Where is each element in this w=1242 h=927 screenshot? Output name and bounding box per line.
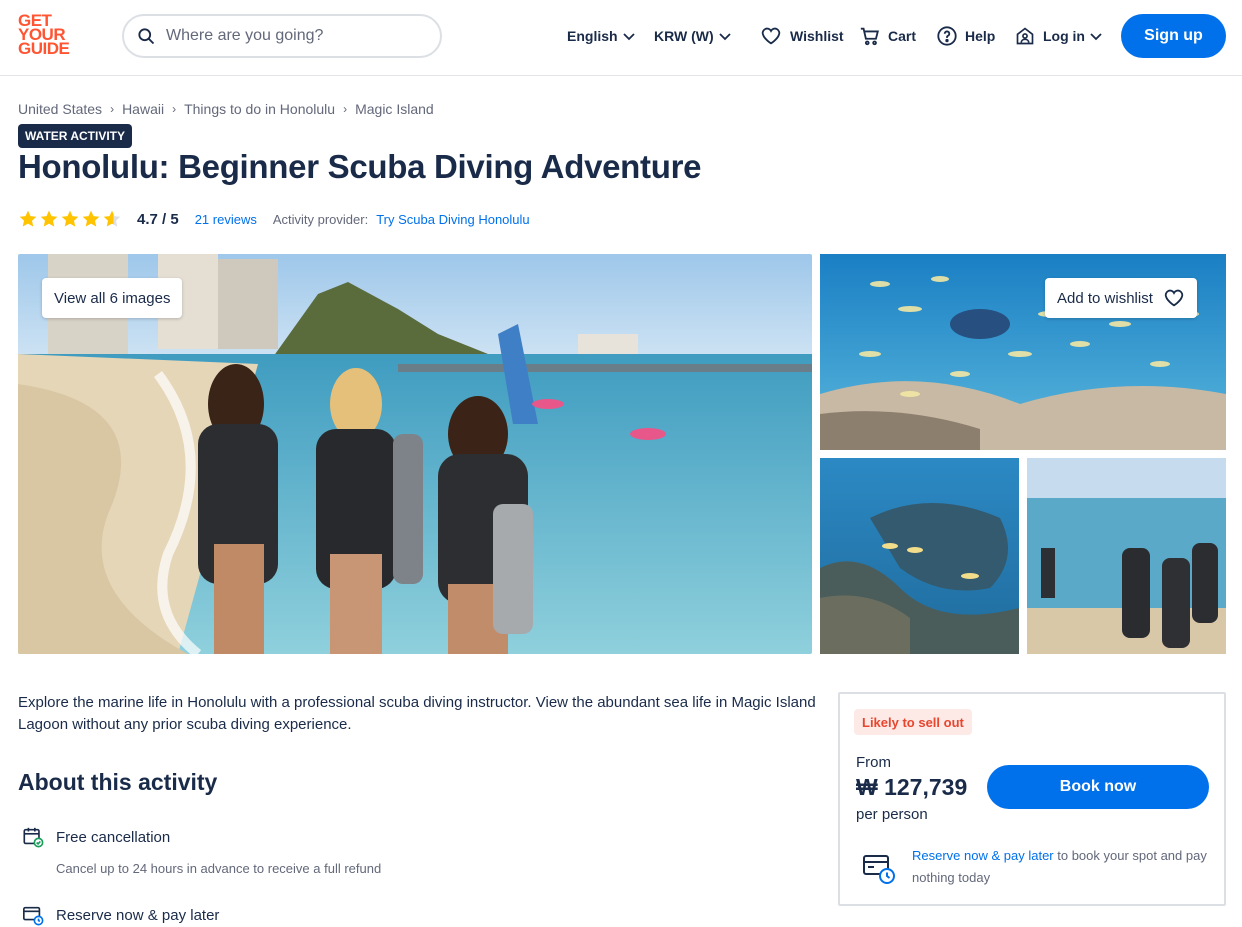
- sellout-badge: Likely to sell out: [854, 709, 972, 735]
- card-clock-icon: [863, 855, 895, 884]
- feature-title: Reserve now & pay later: [56, 906, 220, 924]
- signup-button[interactable]: Sign up: [1121, 14, 1226, 58]
- about-heading: About this activity: [18, 769, 218, 795]
- search-input[interactable]: [166, 27, 426, 45]
- reviews-link[interactable]: 21 reviews: [195, 212, 257, 227]
- view-all-images-button[interactable]: View all 6 images: [42, 278, 183, 318]
- rating-value: 4.7 / 5: [137, 210, 179, 228]
- chevron-down-icon: [718, 33, 731, 41]
- getyourguide-logo[interactable]: GET YOUR GUIDE: [18, 12, 78, 57]
- main-gallery-image[interactable]: View all 6 images: [18, 254, 812, 654]
- feature-subtitle: Cancel up to 24 hours in advance to rece…: [56, 861, 382, 876]
- help-label: Help: [965, 28, 996, 44]
- currency-selector[interactable]: KRW (W): [654, 24, 732, 48]
- booking-card: Likely to sell out From ₩ 127,739 per pe…: [838, 692, 1226, 906]
- cart-link[interactable]: Cart: [855, 24, 916, 48]
- reserve-link[interactable]: Reserve now & pay later: [912, 848, 1054, 863]
- login-label: Log in: [1043, 28, 1085, 44]
- login-menu[interactable]: Log in: [1011, 24, 1103, 48]
- cart-icon: [860, 27, 879, 46]
- star-icon: [40, 210, 58, 227]
- calendar-check-icon: [23, 827, 44, 848]
- chevron-down-icon: [1090, 33, 1102, 41]
- reef-photo: [820, 458, 1019, 654]
- feature-title: Free cancellation: [56, 828, 171, 846]
- breadcrumb: United States › Hawaii › Things to do in…: [18, 101, 434, 117]
- provider-link[interactable]: Try Scuba Diving Honolulu: [376, 212, 529, 227]
- reserve-note: Reserve now & pay later to book your spo…: [912, 845, 1212, 889]
- gallery-image-fish[interactable]: Add to wishlist: [820, 254, 1226, 450]
- half-star-icon: [103, 210, 121, 227]
- gallery-image-wading[interactable]: [1027, 458, 1226, 654]
- card-clock-icon: [23, 906, 44, 926]
- breadcrumb-separator: ›: [110, 102, 115, 116]
- provider-label: Activity provider:: [272, 211, 369, 227]
- search-icon: [138, 28, 155, 45]
- rating-row: 4.7 / 5 21 reviews Activity provider: Tr…: [18, 208, 530, 230]
- breadcrumb-item[interactable]: United States: [18, 101, 102, 117]
- add-to-wishlist-label: Add to wishlist: [1057, 289, 1153, 307]
- wishlist-link[interactable]: Wishlist: [756, 24, 844, 48]
- star-rating: [18, 209, 123, 229]
- page-title: Honolulu: Beginner Scuba Diving Adventur…: [18, 148, 702, 185]
- user-icon: [1016, 27, 1034, 45]
- activity-description: Explore the marine life in Honolulu with…: [18, 694, 816, 733]
- heart-icon: [1164, 289, 1184, 307]
- category-badge: WATER ACTIVITY: [18, 124, 132, 148]
- cart-label: Cart: [888, 28, 917, 44]
- add-to-wishlist-button[interactable]: Add to wishlist: [1045, 278, 1197, 318]
- star-icon: [19, 210, 37, 227]
- price-from-label: From: [856, 754, 891, 771]
- wading-divers-photo: [1027, 458, 1226, 654]
- help-link[interactable]: Help: [932, 24, 995, 48]
- price-per-label: per person: [856, 806, 928, 823]
- star-icon: [82, 210, 100, 227]
- book-now-button[interactable]: Book now: [987, 765, 1209, 809]
- language-label: English: [567, 28, 618, 44]
- wishlist-label: Wishlist: [790, 28, 844, 44]
- breadcrumb-item[interactable]: Hawaii: [122, 101, 164, 117]
- breadcrumb-separator: ›: [172, 102, 177, 116]
- chevron-down-icon: [622, 33, 635, 41]
- breadcrumb-item[interactable]: Magic Island: [355, 101, 434, 117]
- heart-icon: [761, 27, 781, 45]
- gallery-image-reef[interactable]: [820, 458, 1019, 654]
- language-selector[interactable]: English: [567, 24, 636, 48]
- search-box[interactable]: [122, 14, 442, 58]
- feature-free-cancellation: Free cancellation: [22, 826, 170, 848]
- breadcrumb-separator: ›: [343, 102, 348, 116]
- feature-reserve-pay-later: Reserve now & pay later: [22, 904, 219, 926]
- site-header: GET YOUR GUIDE English KRW (W) Wishlist …: [0, 0, 1242, 76]
- price-value: ₩ 127,739: [856, 774, 968, 800]
- help-icon: [937, 26, 957, 46]
- currency-label: KRW (W): [654, 28, 714, 44]
- breadcrumb-item[interactable]: Things to do in Honolulu: [184, 101, 335, 117]
- star-icon: [61, 210, 79, 227]
